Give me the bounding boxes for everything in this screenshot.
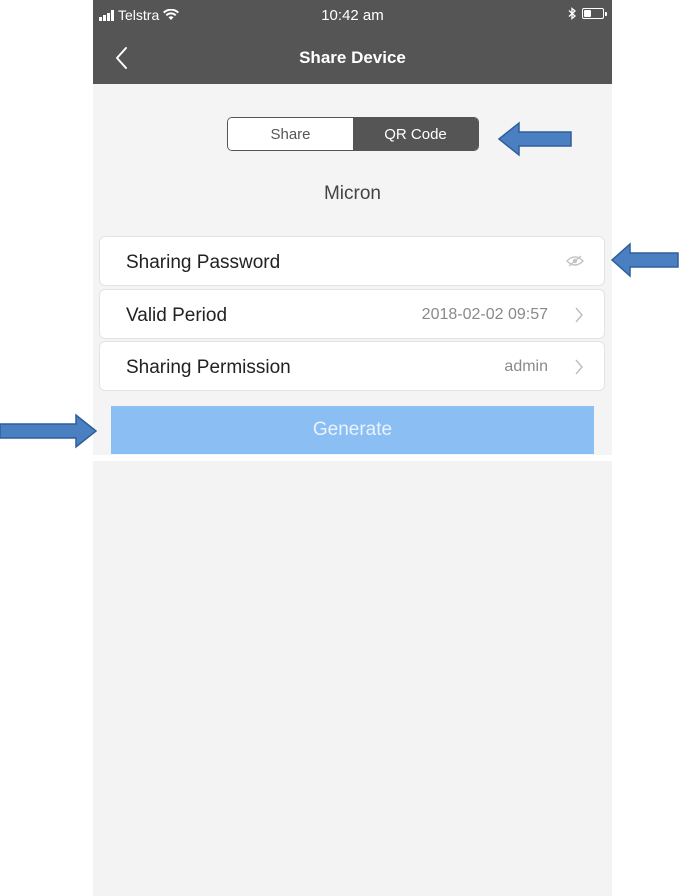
valid-period-row[interactable]: Valid Period 2018-02-02 09:57: [99, 289, 605, 339]
empty-area: [93, 461, 612, 896]
status-right: [568, 7, 607, 20]
sharing-permission-value: admin: [504, 358, 548, 375]
battery-level: [584, 10, 591, 17]
generate-button[interactable]: Generate: [111, 406, 594, 454]
annotation-arrow-left-icon: [610, 242, 679, 278]
valid-period-label: Valid Period: [126, 305, 228, 326]
tab-qr-code[interactable]: QR Code: [353, 118, 478, 150]
battery-icon: [582, 8, 607, 19]
valid-period-value: 2018-02-02 09:57: [421, 306, 548, 323]
annotation-arrow-right-icon: [0, 413, 98, 449]
device-name: Micron: [323, 183, 381, 204]
page-title: Share Device: [299, 48, 406, 67]
tab-share[interactable]: Share: [228, 118, 353, 150]
status-bar: Telstra 10:42 am: [93, 0, 612, 34]
chevron-right-icon: [575, 359, 583, 375]
sharing-password-label: Sharing Password: [126, 252, 281, 273]
nav-bar: Share Device: [93, 34, 612, 84]
status-time: 10:42 am: [321, 7, 384, 24]
sharing-password-field[interactable]: Sharing Password: [99, 236, 605, 286]
eye-icon[interactable]: [566, 255, 584, 267]
bluetooth-icon: [568, 7, 576, 20]
sharing-permission-row[interactable]: Sharing Permission admin: [99, 341, 605, 391]
sharing-permission-label: Sharing Permission: [126, 357, 291, 378]
share-mode-toggle: Share QR Code: [227, 117, 479, 151]
annotation-arrow-left-icon: [497, 121, 572, 157]
chevron-right-icon: [575, 307, 583, 323]
